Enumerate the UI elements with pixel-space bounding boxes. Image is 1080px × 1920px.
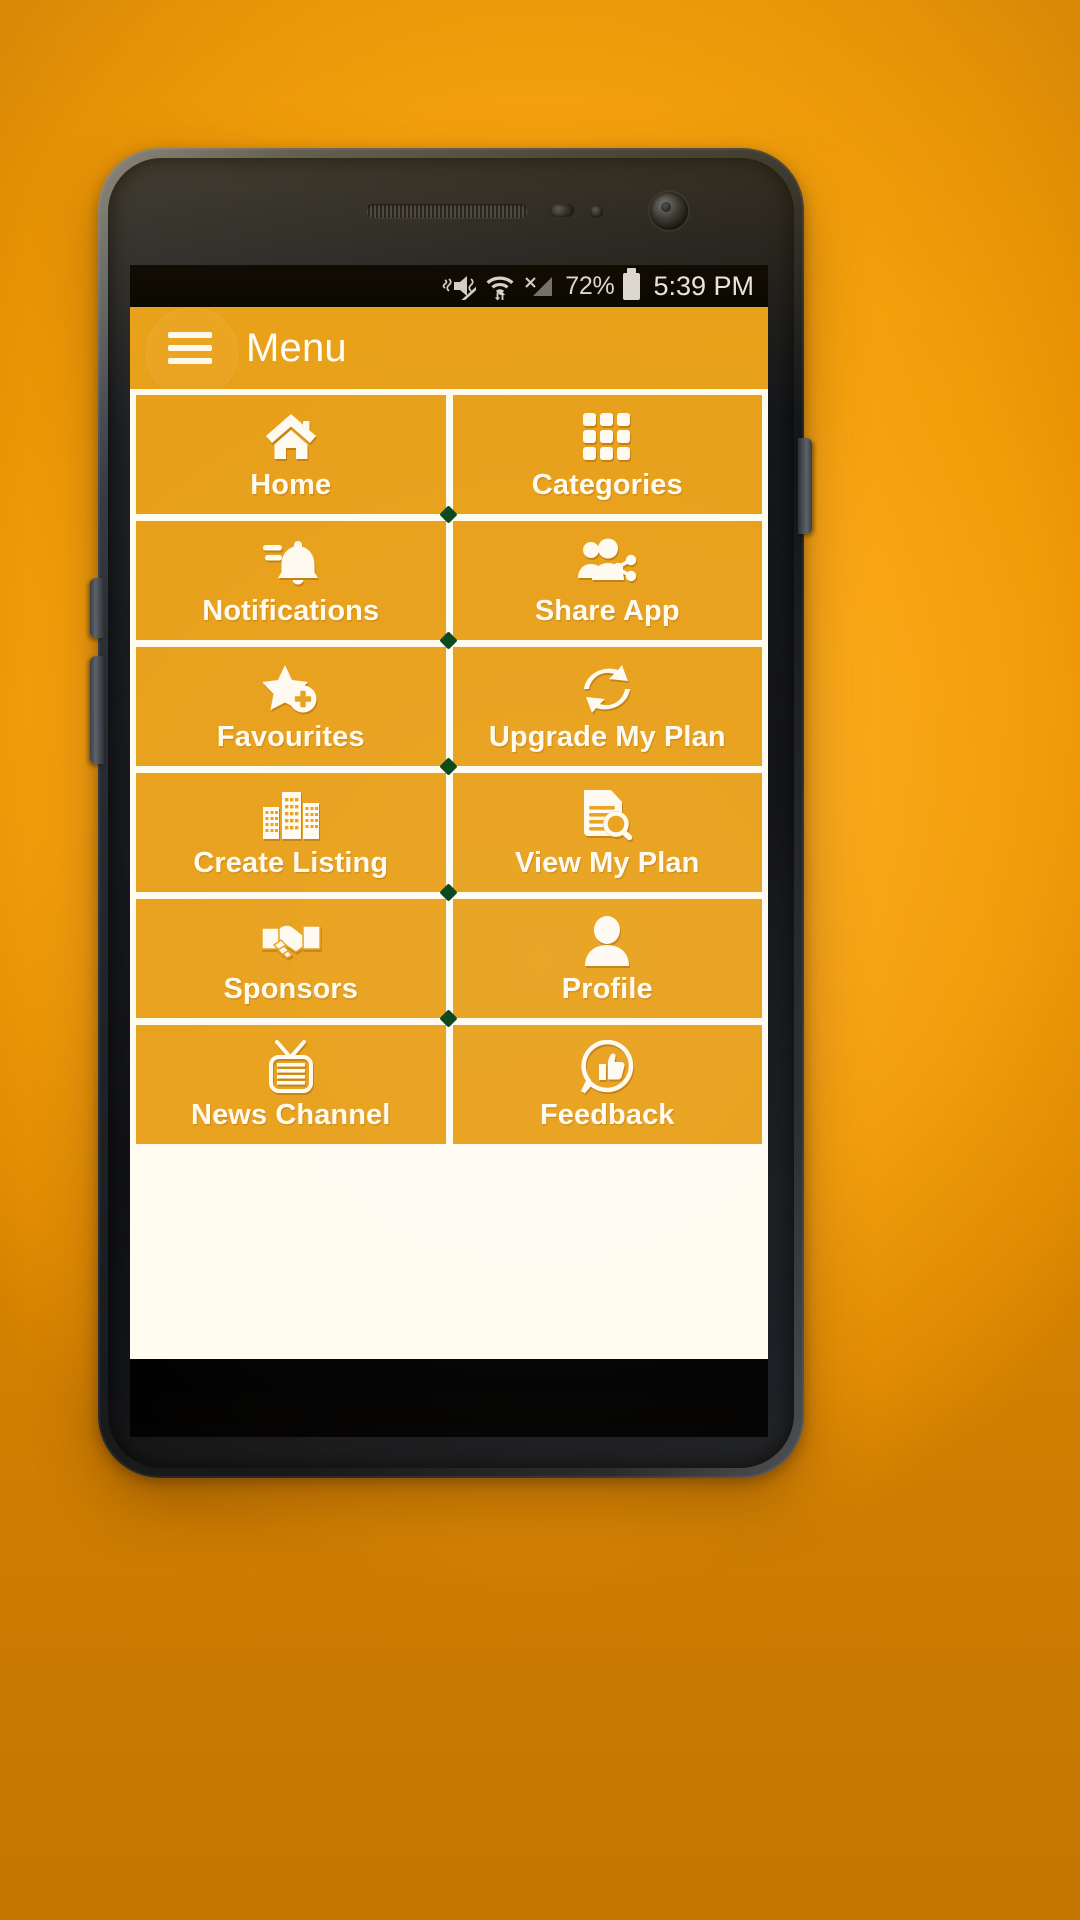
menu-tile-favourites[interactable]: Favourites (136, 647, 446, 766)
star-plus-icon (136, 661, 446, 717)
battery-percent-label: 72% (565, 271, 615, 300)
menu-tile-label: Categories (531, 469, 683, 501)
document-search-icon (453, 787, 763, 843)
vibrate-mute-icon (442, 272, 477, 300)
buildings-icon (136, 787, 446, 843)
menu-tile-sponsors[interactable]: Sponsors (136, 899, 446, 1018)
menu-tile-news-channel[interactable]: News Channel (136, 1025, 446, 1144)
menu-grid: Home Categories Notifications Share App … (130, 389, 768, 1359)
menu-tile-home[interactable]: Home (136, 395, 446, 514)
bell-icon (136, 535, 446, 591)
menu-tile-label: Profile (561, 973, 653, 1005)
volume-up-button[interactable] (90, 578, 104, 638)
status-bar-clock: 5:39 PM (653, 270, 754, 301)
proximity-sensor (550, 204, 574, 217)
menu-tile-upgrade-my-plan[interactable]: Upgrade My Plan (452, 647, 763, 766)
menu-tile-label: Home (250, 469, 332, 501)
menu-tile-label: Share App (534, 595, 680, 627)
menu-tile-label: Upgrade My Plan (488, 721, 726, 753)
studio-backdrop: 72% 5:39 PM Menu Home Categories Notific… (0, 0, 1080, 1920)
page-title: Menu (246, 325, 347, 370)
menu-tile-categories[interactable]: Categories (452, 395, 763, 514)
menu-tile-label: Notifications (202, 595, 380, 627)
refresh-arrows-icon (453, 661, 763, 717)
share-people-icon (453, 535, 763, 591)
menu-tile-label: Create Listing (193, 847, 389, 879)
wifi-icon (485, 271, 515, 301)
menu-tile-label: Sponsors (223, 973, 359, 1005)
front-camera (650, 192, 688, 230)
menu-tile-label: Favourites (216, 721, 365, 753)
status-bar: 72% 5:39 PM (130, 265, 768, 307)
thumbs-up-bubble-icon (453, 1039, 763, 1095)
earpiece-speaker (366, 204, 528, 218)
phone-device-frame: 72% 5:39 PM Menu Home Categories Notific… (90, 148, 812, 1478)
person-icon (453, 913, 763, 969)
menu-tile-view-my-plan[interactable]: View My Plan (452, 773, 763, 892)
menu-tile-create-listing[interactable]: Create Listing (136, 773, 446, 892)
menu-tile-profile[interactable]: Profile (452, 899, 763, 1018)
no-signal-icon (524, 272, 556, 300)
menu-tile-notifications[interactable]: Notifications (136, 521, 446, 640)
volume-down-button[interactable] (90, 656, 104, 764)
handshake-icon (136, 913, 446, 969)
menu-tile-label: View My Plan (515, 847, 700, 879)
battery-icon (623, 267, 641, 300)
phone-screen: 72% 5:39 PM Menu Home Categories Notific… (130, 265, 768, 1359)
phone-bottom-chin (130, 1359, 768, 1437)
television-icon (136, 1039, 446, 1095)
app-bar: Menu (130, 307, 768, 399)
hamburger-menu-icon[interactable] (168, 332, 212, 364)
grid-apps-icon (453, 409, 763, 465)
home-icon (136, 409, 446, 465)
power-button[interactable] (798, 438, 812, 534)
menu-tile-feedback[interactable]: Feedback (452, 1025, 763, 1144)
menu-tile-share-app[interactable]: Share App (452, 521, 763, 640)
menu-tile-label: Feedback (539, 1099, 675, 1131)
menu-tile-label: News Channel (191, 1099, 391, 1131)
light-sensor (590, 205, 603, 218)
